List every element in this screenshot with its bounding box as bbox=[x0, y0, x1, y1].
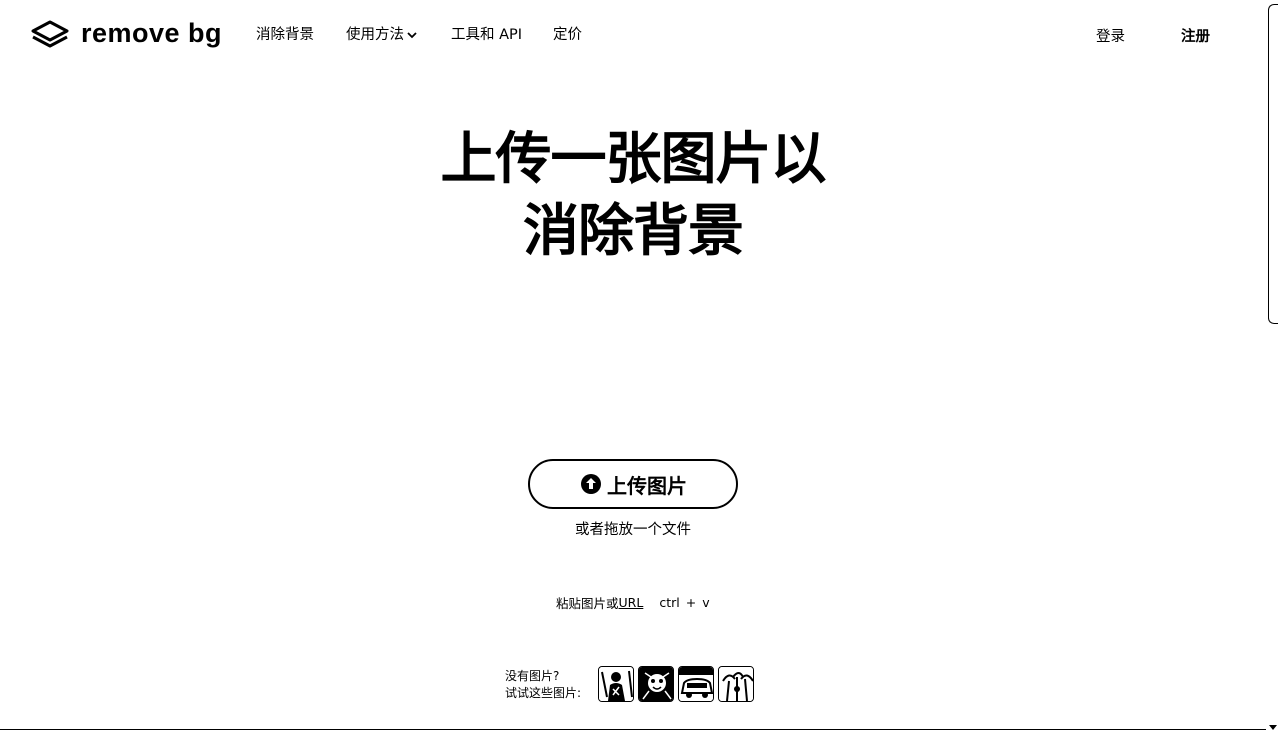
nav-remove-background[interactable]: 消除背景 bbox=[256, 25, 314, 45]
brand-logo[interactable]: remove bg bbox=[29, 18, 222, 49]
login-link[interactable]: 登录 bbox=[1096, 25, 1125, 46]
sample-label-line1: 没有图片? bbox=[505, 669, 560, 683]
page-scrollbar[interactable] bbox=[1266, 0, 1280, 732]
sample-thumb-object[interactable] bbox=[718, 666, 754, 702]
brand-name: remove bg bbox=[81, 18, 223, 48]
sample-thumb-car[interactable] bbox=[678, 666, 714, 702]
signup-link[interactable]: 注册 bbox=[1181, 25, 1210, 46]
nav-how-to-use-label: 使用方法 bbox=[346, 27, 404, 43]
key-v: v bbox=[702, 595, 710, 610]
scroll-down-arrow-icon[interactable] bbox=[1269, 725, 1277, 730]
upload-icon bbox=[581, 474, 601, 494]
sample-thumbnails bbox=[598, 666, 754, 702]
key-ctrl: ctrl bbox=[659, 595, 680, 610]
drop-file-hint: 或者拖放一个文件 bbox=[575, 522, 691, 538]
layers-logo-icon bbox=[31, 20, 69, 47]
scrollbar-thumb[interactable] bbox=[1268, 4, 1278, 324]
nav-tools-api[interactable]: 工具和 API bbox=[451, 25, 522, 45]
top-nav-bar: remove bg 消除背景 使用方法 工具和 API 定价 登录 注册 bbox=[0, 0, 1280, 70]
footer-divider bbox=[0, 729, 1266, 730]
hero-title-line1: 上传一张图片以 bbox=[440, 127, 827, 192]
upload-button-label: 上传图片 bbox=[607, 473, 687, 498]
nav-how-to-use[interactable]: 使用方法 bbox=[346, 25, 417, 45]
upload-image-button[interactable]: 上传图片 bbox=[528, 459, 738, 509]
nav-pricing[interactable]: 定价 bbox=[553, 25, 582, 45]
sample-thumb-animal[interactable] bbox=[638, 666, 674, 702]
paste-url-link[interactable]: URL bbox=[619, 595, 644, 610]
paste-hint: 粘贴图片或 URL ctrl + v bbox=[556, 593, 716, 612]
chevron-down-icon bbox=[407, 32, 417, 39]
sample-images-label: 没有图片? 试试这些图片: bbox=[505, 668, 581, 702]
sample-thumb-person[interactable] bbox=[598, 666, 634, 702]
sample-label-line2: 试试这些图片: bbox=[505, 686, 582, 700]
hero-title-line2: 消除背景 bbox=[523, 199, 744, 264]
key-plus: + bbox=[685, 595, 697, 610]
paste-hint-text: 粘贴图片或 bbox=[556, 596, 619, 611]
